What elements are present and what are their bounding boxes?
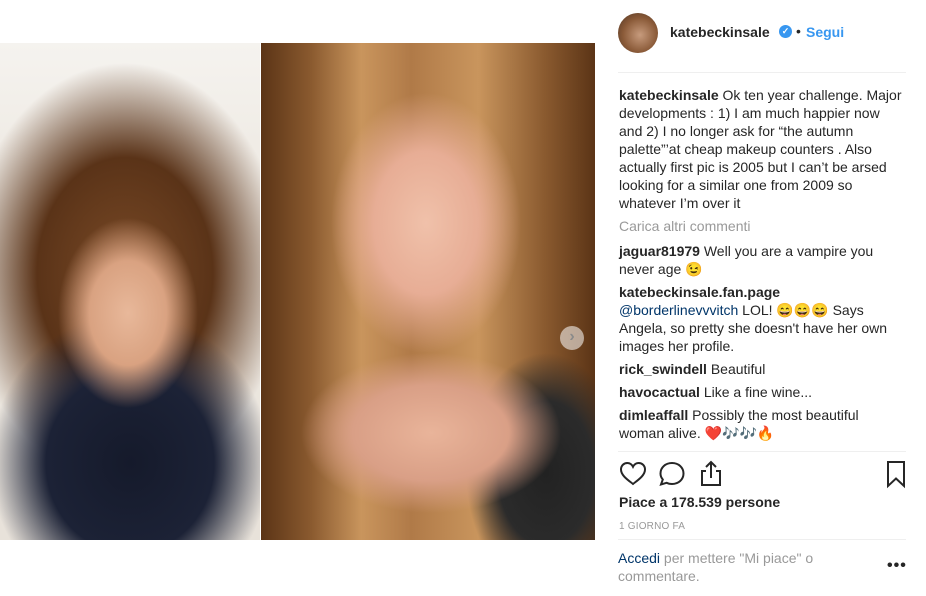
- comment-username[interactable]: katebeckinsale.fan.page: [619, 284, 780, 300]
- header-bullet: •: [796, 23, 801, 39]
- caption-username[interactable]: katebeckinsale: [619, 87, 719, 103]
- comment-item: katebeckinsale.fan.page @borderlinevvvit…: [619, 283, 904, 355]
- login-link[interactable]: Accedi: [618, 550, 660, 566]
- post-timestamp[interactable]: 1 GIORNO FA: [619, 521, 685, 532]
- photo-2005: [0, 43, 260, 540]
- comment-text: Like a fine wine...: [703, 384, 812, 400]
- post-actions: [618, 459, 908, 489]
- caption: katebeckinsale Ok ten year challenge. Ma…: [619, 86, 904, 212]
- comment-mention[interactable]: @borderlinevvvitch: [619, 302, 738, 318]
- footer-separator: [618, 539, 906, 540]
- comment-username[interactable]: dimleaffall: [619, 407, 688, 423]
- post-media[interactable]: ›: [0, 43, 595, 540]
- likes-count[interactable]: Piace a 178.539 persone: [619, 494, 780, 510]
- actions-separator: [618, 451, 906, 452]
- comments-section: katebeckinsale Ok ten year challenge. Ma…: [619, 86, 904, 447]
- caption-text: Ok ten year challenge. Major development…: [619, 87, 902, 211]
- comment-item: dimleaffall Possibly the most beautiful …: [619, 406, 904, 442]
- comment-text: Beautiful: [710, 361, 766, 377]
- comment-username[interactable]: rick_swindell: [619, 361, 707, 377]
- post-header: katebeckinsale ✓ • Segui: [618, 11, 906, 55]
- login-prompt: Accedi per mettere "Mi piace" o commenta…: [618, 549, 868, 585]
- avatar[interactable]: [618, 13, 658, 53]
- comment-item: jaguar81979 Well you are a vampire you n…: [619, 242, 904, 278]
- comment-username[interactable]: havocactual: [619, 384, 700, 400]
- carousel-next-button[interactable]: ›: [560, 326, 584, 350]
- heart-icon[interactable]: [618, 459, 648, 489]
- load-more-comments-button[interactable]: Carica altri commenti: [619, 217, 904, 235]
- header-username[interactable]: katebeckinsale: [670, 24, 770, 40]
- comment-username[interactable]: jaguar81979: [619, 243, 700, 259]
- comment-item: rick_swindell Beautiful: [619, 360, 904, 378]
- header-separator: [618, 72, 906, 73]
- follow-button[interactable]: Segui: [806, 24, 844, 40]
- comment-item: havocactual Like a fine wine...: [619, 383, 904, 401]
- comment-icon[interactable]: [657, 459, 687, 489]
- verified-badge-icon: ✓: [779, 25, 792, 38]
- more-options-button[interactable]: •••: [887, 557, 907, 575]
- bookmark-icon[interactable]: [881, 459, 911, 489]
- share-icon[interactable]: [696, 459, 726, 489]
- photo-recent: [261, 43, 595, 540]
